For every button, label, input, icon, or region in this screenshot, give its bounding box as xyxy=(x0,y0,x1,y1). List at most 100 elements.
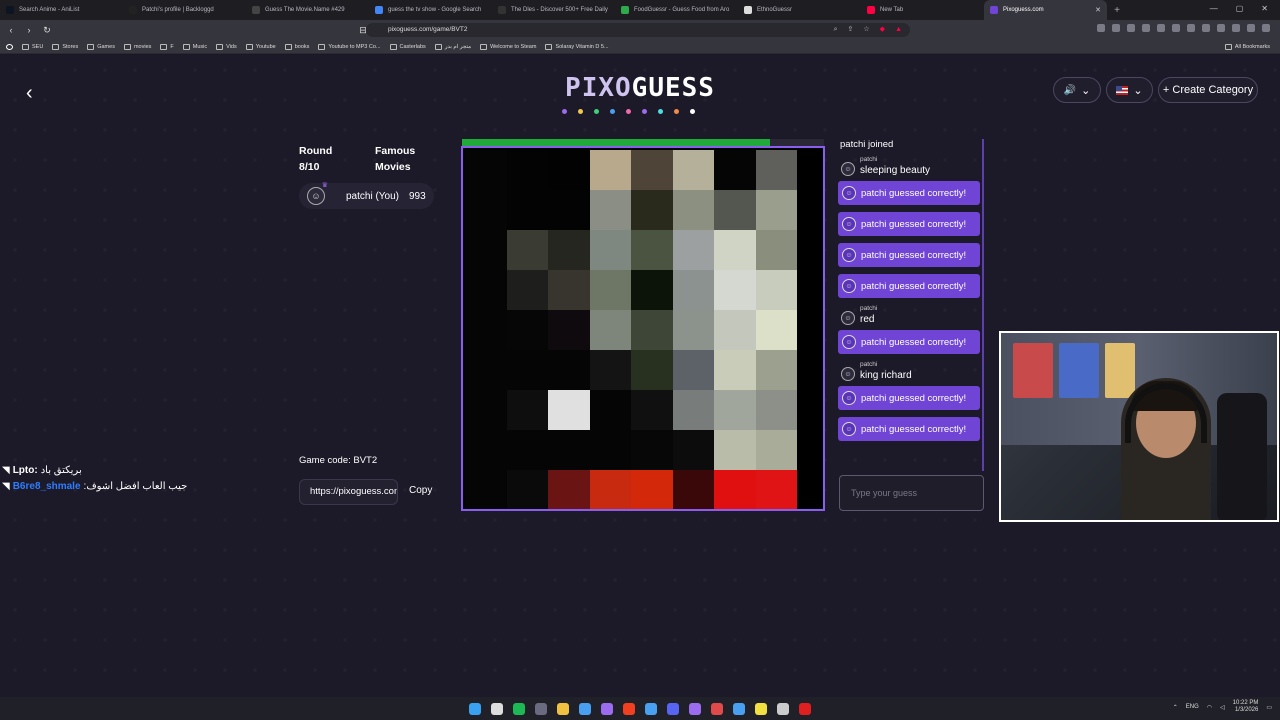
bookmark-item[interactable]: Youtube to MP3 Co... xyxy=(318,43,381,50)
browser-tab[interactable]: Search Anime - AniList xyxy=(0,0,123,20)
extension-icon[interactable] xyxy=(1127,24,1135,32)
extension-icon[interactable] xyxy=(1187,24,1195,32)
minimize-button[interactable]: — xyxy=(1210,4,1218,13)
taskbar-app-icon[interactable] xyxy=(601,702,613,715)
image-pixel xyxy=(465,190,507,230)
browser-tab[interactable]: Guess The Movie.Name #429 xyxy=(246,0,369,20)
extension-icon[interactable] xyxy=(1202,24,1210,32)
notification-icon[interactable]: ▭ xyxy=(1266,704,1272,711)
menu-icon[interactable] xyxy=(1262,24,1270,32)
chevron-down-icon: ⌄ xyxy=(1081,84,1091,97)
brave-rewards-icon[interactable]: ▲ xyxy=(895,23,902,37)
bookmark-item[interactable]: Music xyxy=(182,43,207,50)
back-arrow-icon[interactable]: ‹ xyxy=(26,82,33,105)
taskbar-app-icon[interactable] xyxy=(777,702,789,715)
bookmark-item[interactable]: SEU xyxy=(22,43,43,50)
image-pixel xyxy=(714,390,756,430)
taskbar-app-icon[interactable] xyxy=(491,702,503,715)
bookmark-item[interactable]: movies xyxy=(123,43,151,50)
wifi-icon[interactable]: ◠ xyxy=(1207,704,1212,711)
apps-icon[interactable] xyxy=(6,43,13,50)
maximize-button[interactable]: ▢ xyxy=(1236,4,1244,13)
browser-tab[interactable]: guess the tv show - Google Search xyxy=(369,0,492,20)
copy-button[interactable]: Copy xyxy=(409,485,432,496)
taskbar-app-icon[interactable] xyxy=(645,702,657,715)
taskbar-app-icon[interactable] xyxy=(557,702,569,715)
taskbar-app-icon[interactable] xyxy=(623,702,635,715)
reload-icon[interactable]: ↻ xyxy=(40,25,54,36)
brave-icon xyxy=(867,6,875,14)
image-pixel xyxy=(506,430,548,470)
language-select[interactable]: ⌄ xyxy=(1106,77,1153,103)
bookmark-item[interactable]: Vids xyxy=(216,43,237,50)
browser-tab[interactable]: Pixoguess.com ✕ xyxy=(984,0,1107,20)
browser-tab[interactable]: FoodGuessr - Guess Food from Aro xyxy=(615,0,738,20)
taskbar-app-icon[interactable] xyxy=(689,702,701,715)
browser-tab[interactable]: EthnoGuessr xyxy=(738,0,861,20)
browser-tab[interactable]: Patchi's profile | Backloggd xyxy=(123,0,246,20)
bookmark-item[interactable]: Welcome to Steam xyxy=(480,43,536,50)
chat-username: patchi xyxy=(860,361,878,368)
browser-forward-icon[interactable]: › xyxy=(22,25,36,35)
pixoguess-icon xyxy=(990,6,998,14)
pixoguess-logo[interactable]: PIXOGUESS xyxy=(560,73,720,103)
close-tab-icon[interactable]: ✕ xyxy=(1095,6,1101,14)
chat-text: sleeping beauty xyxy=(860,165,931,176)
share-icon[interactable]: ⇪ xyxy=(848,23,854,37)
taskbar-app-icon[interactable] xyxy=(579,702,591,715)
bookmark-label: books xyxy=(294,43,310,50)
browser-tab[interactable]: The Dles - Discover 500+ Free Daily xyxy=(492,0,615,20)
tray-chevron-icon[interactable]: ⌃ xyxy=(1173,704,1178,711)
taskbar-app-icon[interactable] xyxy=(513,702,525,715)
volume-icon[interactable]: ◁ xyxy=(1220,704,1225,711)
taskbar-app-icon[interactable] xyxy=(755,702,767,715)
extension-icon[interactable] xyxy=(1232,24,1240,32)
extension-icon[interactable] xyxy=(1247,24,1255,32)
image-pixel xyxy=(672,430,714,470)
brave-shields-icon[interactable]: ◆ xyxy=(880,23,885,37)
player-score: 993 xyxy=(409,190,426,202)
new-tab-button[interactable]: + xyxy=(1107,5,1127,16)
extension-icon[interactable] xyxy=(1172,24,1180,32)
bookmark-star-icon[interactable]: ☆ xyxy=(863,23,869,37)
taskbar-app-icon[interactable] xyxy=(799,702,811,715)
bookmark-item[interactable]: Youtube xyxy=(245,43,276,50)
bookmark-label: Stores xyxy=(62,43,79,50)
browser-back-icon[interactable]: ‹ xyxy=(4,25,18,35)
all-bookmarks-button[interactable]: All Bookmarks xyxy=(1224,43,1270,50)
share-link-field[interactable]: https://pixoguess.com/game/BVT2 xyxy=(299,479,398,505)
taskbar-app-icon[interactable] xyxy=(469,702,481,715)
taskbar-app-icon[interactable] xyxy=(733,702,745,715)
taskbar-app-icon[interactable] xyxy=(711,702,723,715)
create-category-button[interactable]: + Create Category xyxy=(1158,77,1258,103)
bookmark-item[interactable]: Solaray Vitamin D 5... xyxy=(545,43,609,50)
zoom-icon[interactable]: ⌕ xyxy=(834,23,838,37)
bookmark-item[interactable]: متجر ام بدر xyxy=(434,43,471,50)
bookmark-item[interactable]: books xyxy=(284,43,310,50)
sound-toggle-button[interactable]: 🔊 ⌄ xyxy=(1053,77,1101,103)
extension-icon[interactable] xyxy=(1142,24,1150,32)
clock-date: 1/3/2026 xyxy=(1234,707,1259,713)
extension-icon[interactable] xyxy=(1157,24,1165,32)
folder-icon xyxy=(545,43,553,50)
extension-icon[interactable] xyxy=(1112,24,1120,32)
close-window-button[interactable]: ✕ xyxy=(1261,4,1268,13)
bookmark-item[interactable]: F xyxy=(160,43,174,50)
browser-tab[interactable]: New Tab xyxy=(861,0,984,20)
taskbar-app-icon[interactable] xyxy=(667,702,679,715)
correct-guess-message: ☺ patchi guessed correctly! xyxy=(838,274,980,298)
correct-guess-text: patchi guessed correctly! xyxy=(861,423,967,435)
taskbar-app-icon[interactable] xyxy=(535,702,547,715)
extension-icon[interactable] xyxy=(1217,24,1225,32)
guess-input[interactable] xyxy=(839,475,984,511)
image-pixel xyxy=(714,350,756,390)
bookmark-item[interactable]: Games xyxy=(87,43,115,50)
bookmark-item[interactable]: Casterlabs xyxy=(389,43,426,50)
address-bar[interactable]: pixoguess.com/game/BVT2 ⌕ ⇪ ☆ ◆ ▲ xyxy=(366,23,910,37)
chat-avatar: ☺ xyxy=(842,248,856,262)
language-indicator[interactable]: ENG xyxy=(1186,704,1199,710)
logo-dot xyxy=(674,109,679,114)
clock[interactable]: 10:22 PM 1/3/2026 xyxy=(1233,700,1259,714)
extension-icon[interactable] xyxy=(1097,24,1105,32)
bookmark-item[interactable]: Stores xyxy=(52,43,79,50)
